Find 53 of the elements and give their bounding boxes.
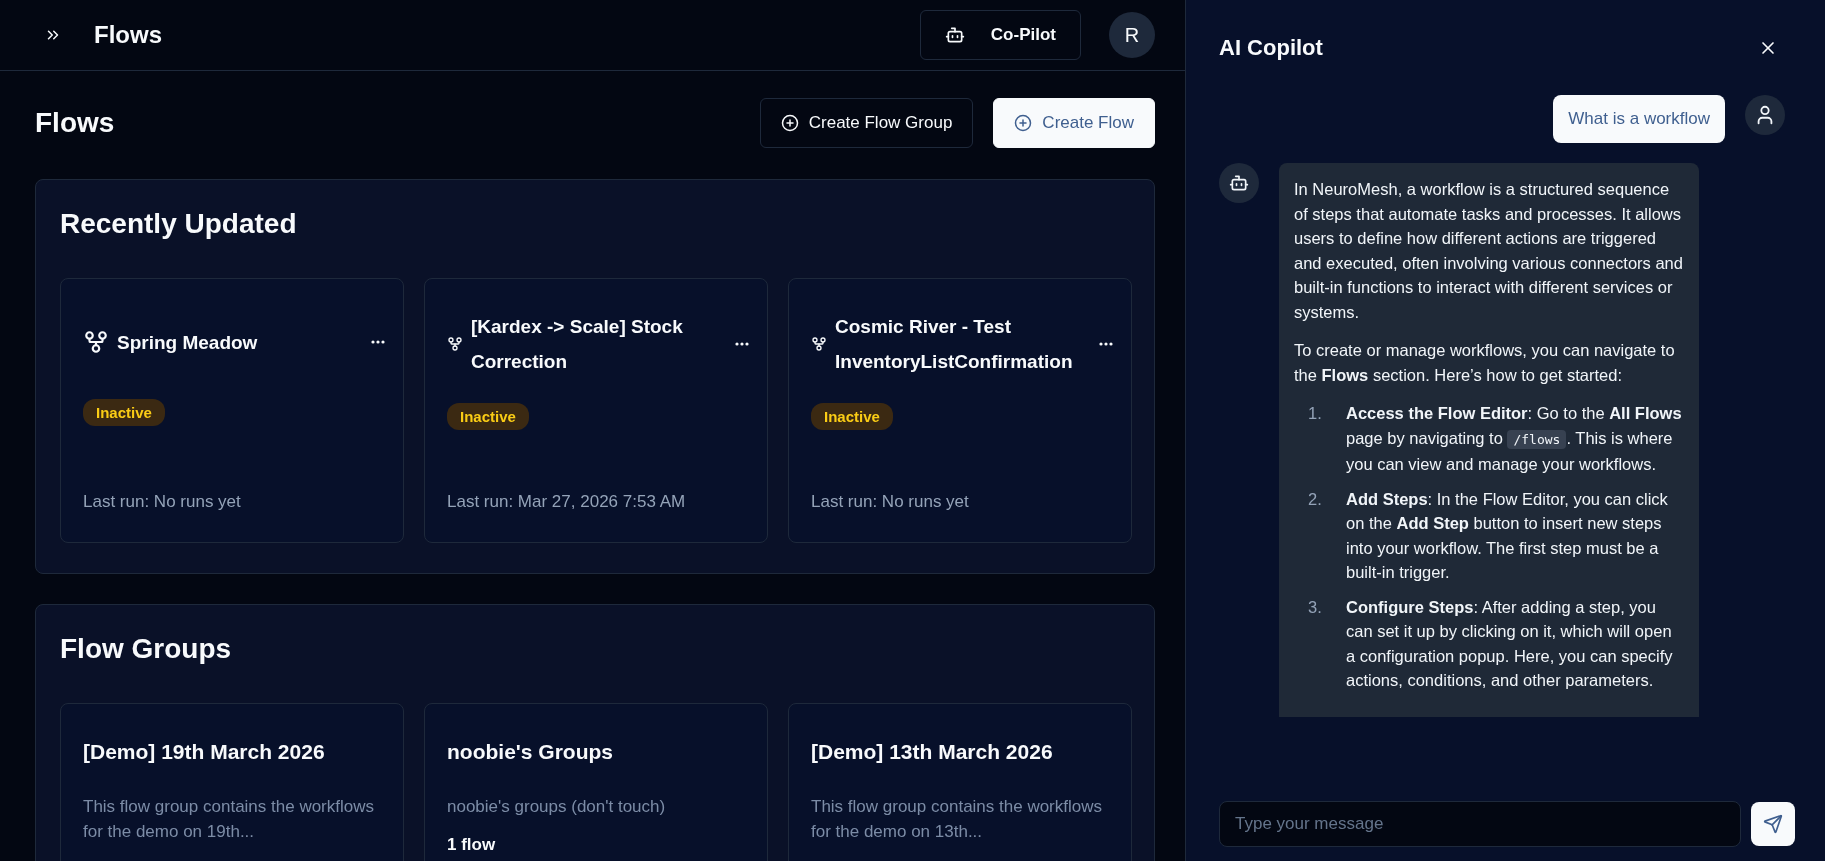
create-flow-button[interactable]: Create Flow [993,98,1155,148]
bot-icon [944,25,965,45]
section-title: Flow Groups [60,633,233,665]
group-name: noobie's Groups [447,740,614,764]
bot-icon [1229,173,1249,193]
status-badge: Inactive [83,399,165,426]
more-icon [735,342,749,346]
group-description: This flow group contains the workflows for the demo on 13th... [811,796,1104,843]
step-text: Access the Flow Editor: Go to the All Flows page by navigating to /flows . This is where you can view and manage your workflows. [1346,403,1683,475]
page-title: Flows [35,107,116,139]
last-run-text: Last run: No runs yet [811,492,970,512]
plus-circle-icon [780,114,799,132]
flow-count: 1 flow [447,835,497,855]
header-title: Flows [94,21,163,49]
message-paragraph: In NeuroMesh, a workflow is a structured sequence of steps that automate tasks and processes. It allows users to define how different actions are triggered and executed, often involving various connectors and built-in functions to interact with different services or systems. [1294,180,1683,321]
status-badge: Inactive [447,403,529,430]
user-avatar[interactable]: R [1109,12,1155,58]
copilot-button[interactable]: Co-Pilot [919,10,1081,60]
list-number: 1. [1307,403,1323,424]
flow-name: Spring Meadow [117,330,259,355]
last-run-text: Last run: No runs yet [83,492,242,512]
flow-icon [811,336,827,352]
plus-circle-icon [1014,114,1033,132]
list-number: 3. [1307,596,1323,618]
step-text: Configure Steps: After adding a step, you can set it up by clicking on it, which will open a configuration popup. Here, you can specify actions, conditions, and other parameters. [1346,596,1674,691]
list-number: 2. [1307,488,1323,510]
flow-group-card[interactable]: [Demo] 13th March 2026 This flow group contains the workflows for the demo on 13th... [788,703,1132,861]
status-badge: Inactive [811,403,893,430]
send-button[interactable] [1751,802,1795,846]
group-name: [Demo] 13th March 2026 [811,740,1054,764]
flow-group-card[interactable]: noobie's Groups noobie's groups (don't touch) 1 flow [424,703,768,861]
flow-card[interactable]: Cosmic River - Test InventoryListConfirmation Inactive Last run: No runs yet [788,278,1132,543]
more-icon [371,340,385,344]
flow-group-card[interactable]: [Demo] 19th March 2026 This flow group contains the workflows for the demo on 19th... [60,703,404,861]
message-paragraph: To create or manage workflows, you can navigate to the Flows section. Here’s how to get started: [1294,341,1675,384]
user-message: What is a workflow [1553,95,1725,143]
send-icon [1763,814,1783,834]
create-flow-group-button[interactable]: Create Flow Group [759,98,974,148]
message-input[interactable]: Type your message [1219,801,1741,847]
group-description: This flow group contains the workflows for the demo on 19th... [83,796,376,843]
section-title: Recently Updated [60,208,298,240]
flow-card[interactable]: Spring Meadow Inactive Last run: No runs yet [60,278,404,543]
flow-name: Cosmic River - Test InventoryListConfirmation [835,315,1074,374]
flow-icon [447,336,463,352]
more-icon [1099,342,1113,346]
flow-card[interactable]: [Kardex -> Scale] Stock Correction Inactive Last run: Mar 27, 2026 7:53 AM [424,278,768,543]
flow-name: [Kardex -> Scale] Stock Correction [471,315,684,374]
last-run-text: Last run: Mar 27, 2026 7:53 AM [447,492,687,512]
group-name: [Demo] 19th March 2026 [83,740,326,764]
step-text: Add Steps: In the Flow Editor, you can click on the Add Step button to insert new steps into your workflow. The first step must be a built-in trigger. [1346,488,1669,583]
group-description: noobie's groups (don't touch) [447,796,667,818]
panel-title: AI Copilot [1219,34,1324,61]
flow-icon [83,329,109,355]
